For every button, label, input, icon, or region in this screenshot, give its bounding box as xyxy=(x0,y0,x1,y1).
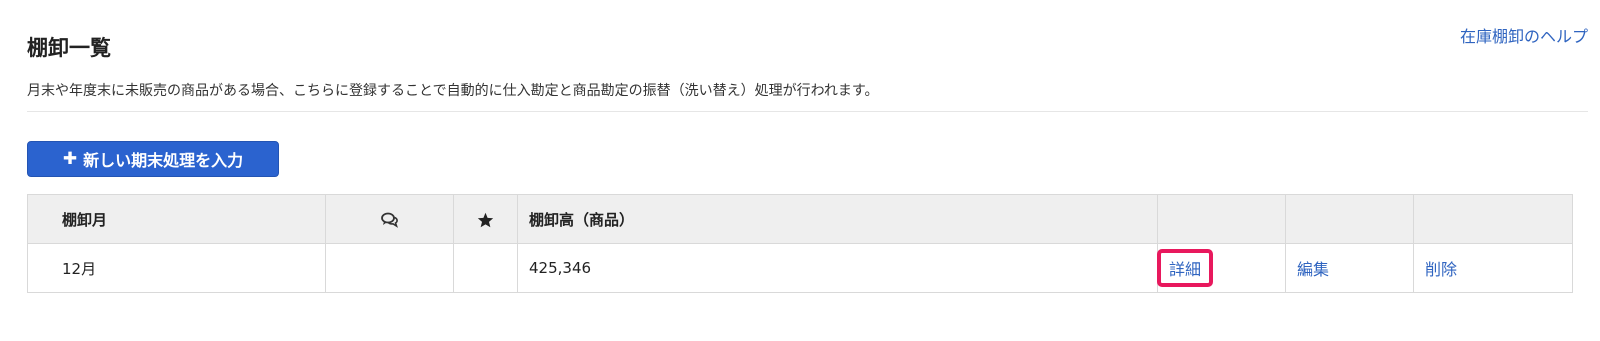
delete-link[interactable]: 削除 xyxy=(1425,260,1457,279)
cell-detail: 詳細 xyxy=(1157,243,1286,293)
page-title: 棚卸一覧 xyxy=(27,36,111,60)
help-link[interactable]: 在庫棚卸のヘルプ xyxy=(1460,23,1588,47)
cell-star xyxy=(453,243,518,293)
column-header-detail xyxy=(1157,194,1286,244)
column-header-amount: 棚卸高（商品） xyxy=(517,194,1158,244)
table-header-row: 棚卸月 棚卸高（商品） xyxy=(27,194,1573,244)
new-button-label: 新しい期末処理を入力 xyxy=(83,151,244,170)
highlight-box: 詳細 xyxy=(1157,249,1214,287)
comment-icon xyxy=(380,210,399,228)
cell-month: 12月 xyxy=(27,243,326,293)
divider xyxy=(27,111,1588,112)
column-header-star xyxy=(453,194,518,244)
cell-comment xyxy=(325,243,454,293)
column-header-delete xyxy=(1413,194,1573,244)
star-icon xyxy=(477,210,494,228)
column-header-edit xyxy=(1285,194,1414,244)
page-description: 月末や年度末に未販売の商品がある場合、こちらに登録することで自動的に仕入勘定と商… xyxy=(27,83,879,99)
cell-amount: 425,346 xyxy=(517,243,1158,293)
cell-edit: 編集 xyxy=(1285,243,1414,293)
column-header-month: 棚卸月 xyxy=(27,194,326,244)
detail-link[interactable]: 詳細 xyxy=(1169,260,1201,279)
inventory-table: 棚卸月 棚卸高（商品） 12月 425,346 詳細 編集 削除 xyxy=(27,194,1573,293)
cell-delete: 削除 xyxy=(1413,243,1573,293)
plus-icon: ✚ xyxy=(62,148,78,169)
edit-link[interactable]: 編集 xyxy=(1297,260,1329,279)
table-row: 12月 425,346 詳細 編集 削除 xyxy=(27,243,1573,293)
column-header-comment xyxy=(325,194,454,244)
new-period-end-button[interactable]: ✚ 新しい期末処理を入力 xyxy=(27,141,279,177)
